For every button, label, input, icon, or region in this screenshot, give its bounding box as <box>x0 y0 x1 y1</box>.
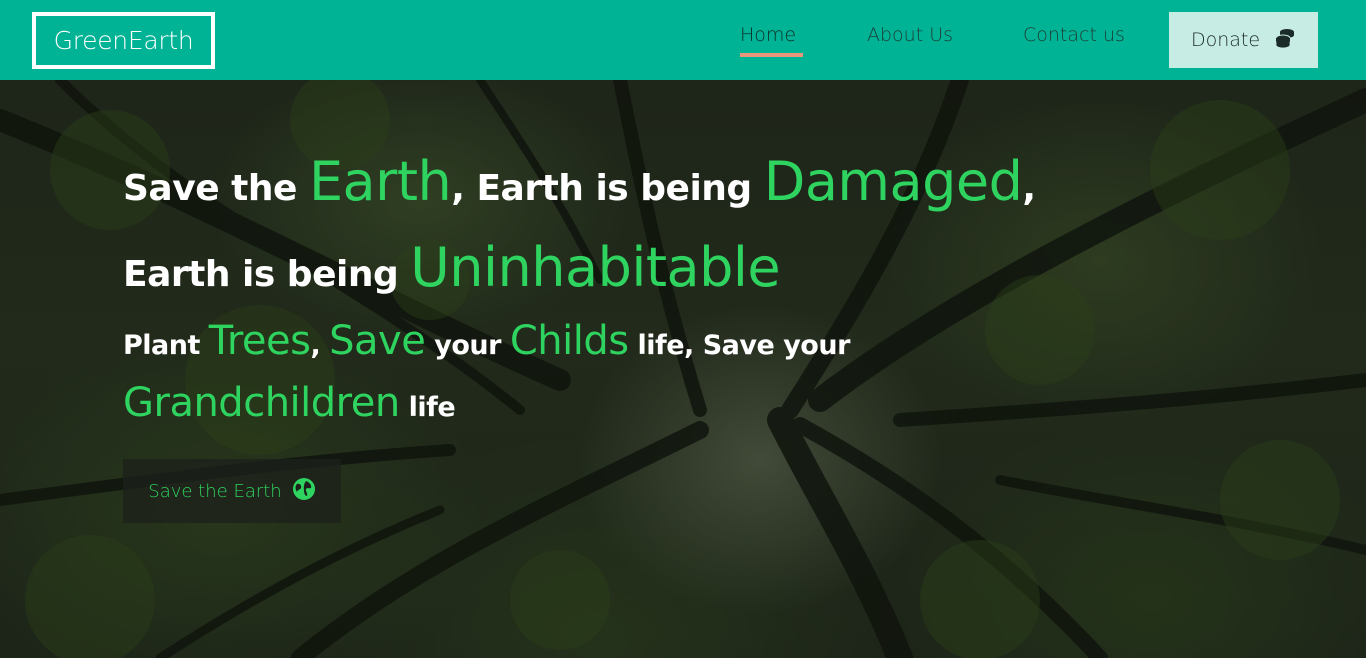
nav-home-link[interactable]: Home <box>740 24 796 46</box>
donate-button[interactable]: Donate <box>1169 12 1318 68</box>
brand-logo[interactable]: GreenEarth <box>32 12 215 69</box>
highlight-damaged: Damaged <box>763 150 1023 213</box>
coins-icon <box>1274 28 1296 53</box>
headline-line-1: Save the Earth, Earth is being Damaged, <box>123 150 1036 213</box>
highlight-grandchildren: Grandchildren <box>123 380 400 426</box>
globe-icon <box>292 477 316 506</box>
save-the-earth-button[interactable]: Save the Earth <box>123 459 341 523</box>
donate-label: Donate <box>1190 29 1261 51</box>
headline-line-2: Earth is being Uninhabitable <box>123 236 781 299</box>
highlight-save: Save <box>329 318 426 364</box>
highlight-trees: Trees <box>208 318 311 364</box>
highlight-uninhabitable: Uninhabitable <box>410 236 781 299</box>
highlight-earth: Earth <box>308 150 452 213</box>
subheadline-line-2: Grandchildren life <box>123 380 456 426</box>
cta-label: Save the Earth <box>148 480 282 502</box>
highlight-childs: Childs <box>509 318 629 364</box>
nav-about-link[interactable]: About Us <box>867 24 953 46</box>
subheadline-line-1: Plant Trees, Save your Childs life, Save… <box>123 318 850 364</box>
navbar: GreenEarth Home About Us Contact us Dona… <box>0 0 1366 80</box>
active-nav-indicator <box>740 53 803 57</box>
nav-contact-link[interactable]: Contact us <box>1023 24 1125 46</box>
